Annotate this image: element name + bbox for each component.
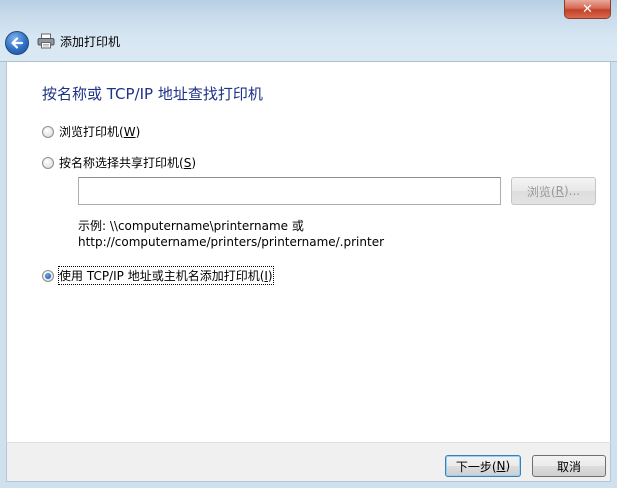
example-line-1: 示例: \\computername\printername 或: [78, 219, 304, 233]
printer-icon: [37, 33, 55, 49]
cancel-button[interactable]: 取消: [532, 455, 606, 477]
option-tcpip-address[interactable]: 使用 TCP/IP 地址或主机名添加打印机(I): [42, 266, 274, 285]
select-shared-printer-label[interactable]: 按名称选择共享打印机(S): [59, 154, 196, 171]
window-bottom-frame: [0, 482, 617, 488]
option-select-shared-printer[interactable]: 按名称选择共享打印机(S): [42, 154, 196, 171]
page-heading: 按名称或 TCP/IP 地址查找打印机: [42, 85, 263, 103]
next-button[interactable]: 下一步(N): [445, 455, 521, 477]
tcpip-address-label[interactable]: 使用 TCP/IP 地址或主机名添加打印机(I): [58, 266, 274, 285]
tcpip-address-radio[interactable]: [42, 269, 54, 282]
blurred-background-text: [56, 13, 556, 27]
window-title: 添加打印机: [60, 35, 121, 49]
wizard-content: 按名称或 TCP/IP 地址查找打印机 浏览打印机(W) 按名称选择共享打印机(…: [6, 62, 611, 442]
browse-printers-radio[interactable]: [42, 125, 54, 138]
close-button[interactable]: ✕: [564, 0, 611, 19]
example-line-2: http://computername/printers/printername…: [78, 235, 385, 249]
select-shared-printer-radio[interactable]: [42, 156, 54, 169]
close-icon: ✕: [582, 1, 593, 17]
option-browse-printers[interactable]: 浏览打印机(W): [42, 123, 140, 140]
back-button[interactable]: [5, 31, 29, 55]
browse-button[interactable]: 浏览(R)...: [511, 177, 596, 205]
shared-printer-name-input[interactable]: [78, 177, 501, 205]
title-bar: [0, 0, 617, 62]
back-arrow-icon: [11, 37, 24, 49]
wizard-footer: 下一步(N) 取消: [6, 442, 611, 482]
browse-printers-label[interactable]: 浏览打印机(W): [59, 123, 140, 140]
